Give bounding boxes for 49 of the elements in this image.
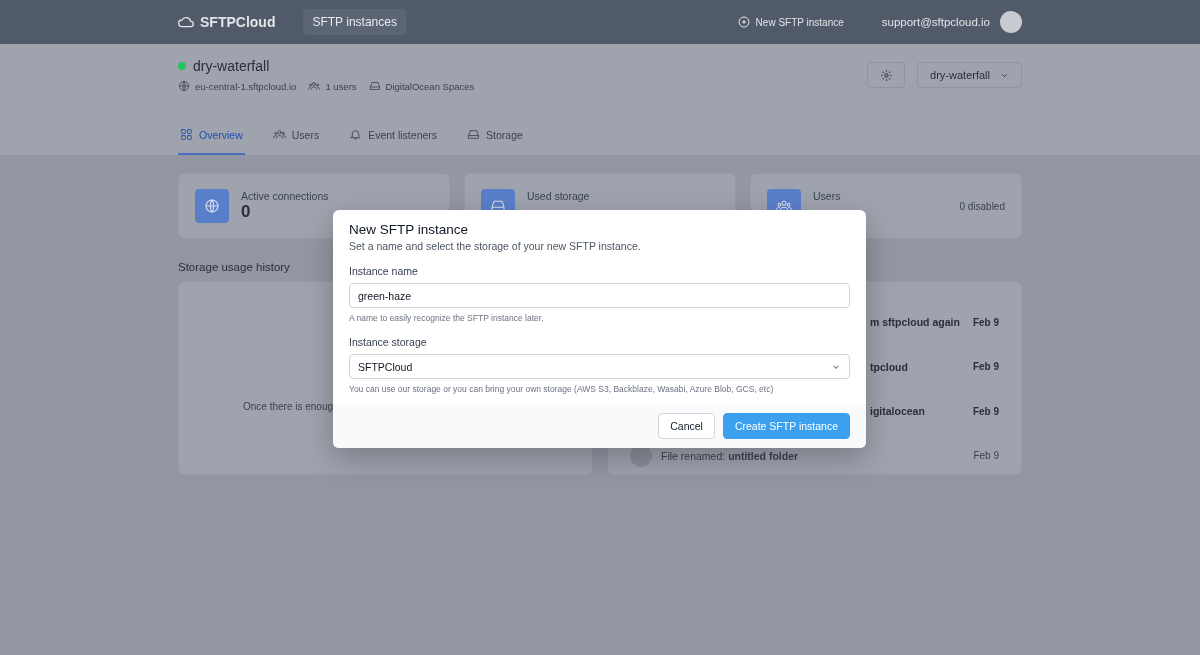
account-email[interactable]: support@sftpcloud.io: [881, 16, 990, 28]
host-text: eu-central-1.sftpcloud.io: [195, 80, 297, 92]
event-text: tpcloud: [870, 360, 909, 373]
help-text: A name to easily recognize the SFTP instance later.: [349, 313, 545, 323]
event-date: Feb 9: [972, 361, 999, 373]
grid-icon: [180, 128, 193, 141]
storage-select[interactable]: SFTPCloud: [349, 354, 850, 379]
event-date: Feb 9: [973, 450, 999, 462]
name-input[interactable]: green-haze: [349, 283, 850, 308]
avatar-icon[interactable]: [1000, 11, 1022, 33]
event-text: m sftpcloud again: [870, 316, 961, 329]
tab[interactable]: Overview: [178, 128, 245, 155]
nav-link[interactable]: SFTP instances: [303, 9, 406, 35]
event-date: Feb 9: [972, 405, 999, 417]
event-date: Feb 9: [972, 316, 999, 328]
section-title: Storage usage history: [178, 261, 290, 273]
tab[interactable]: Event listeners: [347, 128, 440, 155]
logo[interactable]: SFTPCloud: [178, 14, 276, 30]
tab[interactable]: Storage: [465, 128, 525, 155]
stat-value: 0: [241, 202, 251, 221]
empty-text: Once there is enoug: [243, 401, 334, 412]
dialog-subtitle: Set a name and select the storage of your new SFTP instance.: [349, 240, 642, 252]
stat-label: Active connections: [241, 190, 329, 202]
bell-icon: [349, 128, 363, 141]
users-icon: [272, 128, 286, 141]
instance-switcher[interactable]: dry-waterfall: [917, 62, 1022, 88]
dialog-title: New SFTP instance: [349, 222, 470, 237]
field-label: Instance name: [349, 265, 419, 277]
help-text: You can use our storage or you can bring your own storage (AWS S3, Backblaze, Wasabi, Azure Blob, GCS, etc): [349, 384, 775, 394]
instance-name: dry-waterfall: [193, 58, 270, 74]
users-count: 1 users: [325, 80, 357, 92]
event-text: File renamed: untitled folder: [661, 449, 800, 462]
tab[interactable]: Users: [270, 128, 322, 155]
globe-icon: [204, 198, 220, 214]
drive-icon: [467, 128, 481, 141]
cloud-icon: [178, 16, 194, 28]
cancel-button[interactable]: Cancel: [658, 413, 715, 439]
stat-label: Users: [813, 190, 841, 202]
field-label: Instance storage: [349, 336, 428, 348]
plus-circle-icon: [737, 16, 750, 28]
event-text: igitalocean: [870, 405, 926, 418]
users-icon: [308, 80, 321, 92]
drive-icon: [368, 80, 381, 92]
settings-icon: [879, 68, 893, 82]
new-instance-link[interactable]: New SFTP instance: [737, 16, 844, 28]
stat-note: 0 disabled: [959, 200, 1005, 212]
create-button[interactable]: Create SFTP instance: [722, 413, 850, 439]
stat-label: Used storage: [527, 190, 590, 202]
storage-provider: DigitalOcean Spaces: [385, 80, 475, 92]
